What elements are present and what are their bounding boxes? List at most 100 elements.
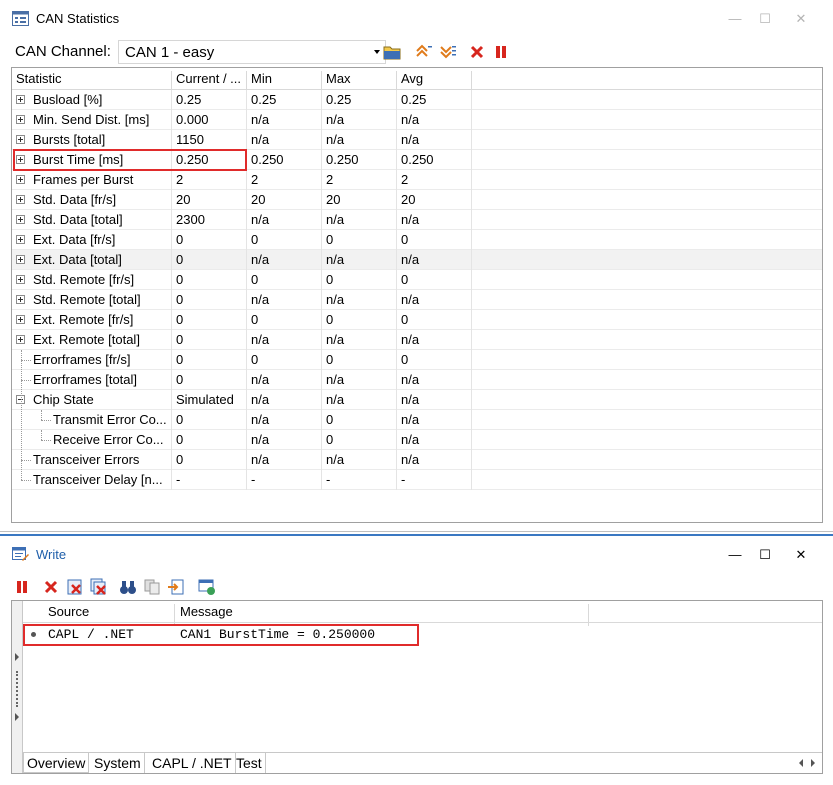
find-binoculars-icon[interactable] [119, 578, 137, 596]
statistics-cell-min: 0 [251, 312, 259, 327]
statistics-cell-max: 0 [326, 412, 334, 427]
statistics-row[interactable]: Std. Data [fr/s] 20 20 20 20 [12, 190, 822, 210]
statistics-cell-min: 0.25 [251, 92, 277, 107]
statistics-cell-name: Transmit Error Co... [53, 412, 167, 427]
statistics-row[interactable]: Ext. Data [fr/s] 0 0 0 0 [12, 230, 822, 250]
write-maximize-button[interactable]: ☐ [750, 544, 780, 566]
statistics-row[interactable]: Ext. Data [total] 0 n/a n/a n/a [12, 250, 822, 270]
statistics-row[interactable]: Std. Data [total] 2300 n/a n/a n/a [12, 210, 822, 230]
col-header-current[interactable]: Current / ... [176, 71, 241, 86]
statistics-row[interactable]: Receive Error Co... 0 n/a 0 n/a [12, 430, 822, 450]
scroll-right-icon[interactable] [811, 759, 815, 767]
clear-page-icon[interactable] [66, 578, 84, 596]
expand-plus-icon[interactable] [16, 95, 25, 104]
expand-plus-icon[interactable] [16, 195, 25, 204]
statistics-cell-current: 0 [176, 312, 184, 327]
statistics-row[interactable]: Min. Send Dist. [ms] 0.000 n/a n/a n/a [12, 110, 822, 130]
col-header-max[interactable]: Max [326, 71, 351, 86]
statistics-cell-avg: n/a [401, 432, 420, 447]
expand-plus-icon[interactable] [16, 215, 25, 224]
statistics-cell-max: n/a [326, 112, 345, 127]
tab-system[interactable]: System [91, 753, 145, 773]
statistics-row[interactable]: Errorframes [fr/s] 0 0 0 0 [12, 350, 822, 370]
expand-plus-icon[interactable] [16, 255, 25, 264]
expand-all-icon[interactable] [439, 43, 457, 61]
statistics-cell-min: n/a [251, 212, 270, 227]
statistics-cell-current: 2300 [176, 212, 205, 227]
statistics-cell-name: Chip State [33, 392, 94, 407]
clear-all-pages-icon[interactable] [90, 578, 108, 596]
collapse-all-icon[interactable] [415, 43, 433, 61]
statistics-cell-avg: n/a [401, 412, 420, 427]
tree-connector [41, 410, 42, 420]
statistics-row[interactable]: Frames per Burst 2 2 2 2 [12, 170, 822, 190]
expand-plus-icon[interactable] [16, 315, 25, 324]
statistics-row[interactable]: Std. Remote [fr/s] 0 0 0 0 [12, 270, 822, 290]
expand-plus-icon[interactable] [16, 175, 25, 184]
tree-connector [41, 420, 51, 421]
statistics-row[interactable]: Std. Remote [total] 0 n/a n/a n/a [12, 290, 822, 310]
statistics-cell-avg: n/a [401, 452, 420, 467]
scroll-left-icon[interactable] [799, 759, 803, 767]
statistics-cell-max: n/a [326, 292, 345, 307]
statistics-row[interactable]: Bursts [total] 1150 n/a n/a n/a [12, 130, 822, 150]
drag-handle-icon[interactable] [16, 671, 18, 707]
statistics-row[interactable]: Ext. Remote [fr/s] 0 0 0 0 [12, 310, 822, 330]
statistics-cell-name: Ext. Remote [total] [33, 332, 140, 347]
write-minimize-button[interactable]: — [720, 544, 750, 566]
statistics-cell-current: Simulated [176, 392, 234, 407]
statistics-cell-name: Frames per Burst [33, 172, 134, 187]
chevron-right-icon[interactable] [15, 713, 19, 721]
can-channel-select[interactable]: CAN 1 - easy [118, 40, 386, 64]
export-icon[interactable] [167, 578, 185, 596]
maximize-button[interactable]: ☐ [750, 8, 780, 30]
pause-icon[interactable] [13, 578, 31, 596]
col-header-source[interactable]: Source [48, 604, 89, 619]
copy-icon[interactable] [143, 578, 161, 596]
statistics-row[interactable]: Busload [%] 0.25 0.25 0.25 0.25 [12, 90, 822, 110]
expand-plus-icon[interactable] [16, 295, 25, 304]
chevron-right-icon[interactable] [15, 653, 19, 661]
expand-plus-icon[interactable] [16, 275, 25, 284]
stats-titlebar: CAN Statistics — ☐ ✕ [0, 0, 833, 38]
statistics-row[interactable]: Chip State Simulated n/a n/a n/a [12, 390, 822, 410]
statistics-grid-header: Statistic Current / ... Min Max Avg [12, 68, 822, 93]
col-header-statistic[interactable]: Statistic [16, 71, 62, 86]
write-close-button[interactable]: ✕ [786, 544, 816, 566]
statistics-cell-min: n/a [251, 132, 270, 147]
can-channel-label: CAN Channel: [15, 43, 111, 60]
write-side-handle[interactable] [12, 601, 23, 773]
write-window: Write — ☐ ✕ Source Message CAPL / .NET C… [0, 534, 833, 785]
expand-plus-icon[interactable] [16, 115, 25, 124]
col-header-avg[interactable]: Avg [401, 71, 423, 86]
window-globe-icon[interactable] [198, 578, 216, 596]
col-header-message[interactable]: Message [180, 604, 233, 619]
pause-icon[interactable] [492, 43, 510, 61]
write-titlebar: Write — ☐ ✕ [0, 536, 833, 574]
col-header-min[interactable]: Min [251, 71, 272, 86]
statistics-cell-max: n/a [326, 332, 345, 347]
statistics-row[interactable]: Errorframes [total] 0 n/a n/a n/a [12, 370, 822, 390]
minimize-button[interactable]: — [720, 8, 750, 30]
tab-test[interactable]: Test [233, 753, 266, 773]
statistics-row[interactable]: Transceiver Errors 0 n/a n/a n/a [12, 450, 822, 470]
statistics-cell-current: 2 [176, 172, 184, 187]
tab-capl-net[interactable]: CAPL / .NET [149, 753, 236, 773]
statistics-row[interactable]: Transceiver Delay [n... - - - - [12, 470, 822, 490]
close-button[interactable]: ✕ [786, 8, 816, 30]
statistics-row[interactable]: Ext. Remote [total] 0 n/a n/a n/a [12, 330, 822, 350]
expand-plus-icon[interactable] [16, 235, 25, 244]
statistics-cell-max: 0 [326, 272, 334, 287]
open-folder-icon[interactable] [383, 43, 401, 61]
statistics-cell-current: 0 [176, 452, 184, 467]
expand-plus-icon[interactable] [16, 335, 25, 344]
clear-icon[interactable] [468, 43, 486, 61]
tab-overview[interactable]: Overview [23, 753, 90, 773]
expand-plus-icon[interactable] [16, 135, 25, 144]
statistics-cell-max: - [326, 472, 331, 487]
statistics-row[interactable]: Transmit Error Co... 0 n/a 0 n/a [12, 410, 822, 430]
statistics-cell-avg: n/a [401, 392, 420, 407]
statistics-cell-current: 0.000 [176, 112, 209, 127]
statistics-cell-max: n/a [326, 372, 345, 387]
clear-icon[interactable] [42, 578, 60, 596]
